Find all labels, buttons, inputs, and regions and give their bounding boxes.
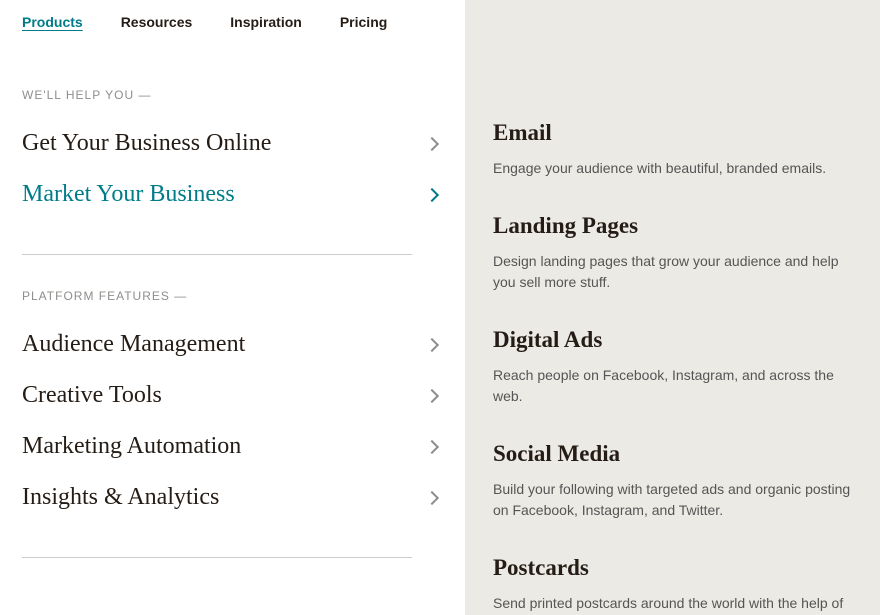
feature-title: Social Media — [493, 441, 852, 467]
divider — [22, 557, 412, 558]
feature-desc: Engage your audience with beautiful, bra… — [493, 158, 852, 179]
section-platform-features-label: PLATFORM FEATURES — — [22, 289, 445, 303]
menu-item-label: Audience Management — [22, 331, 245, 358]
menu-item-label: Get Your Business Online — [22, 130, 271, 157]
nav-resources[interactable]: Resources — [121, 14, 193, 30]
menu-creative-tools[interactable]: Creative Tools — [22, 370, 445, 421]
menu-get-business-online[interactable]: Get Your Business Online — [22, 118, 445, 169]
top-nav: Products Resources Inspiration Pricing — [22, 14, 445, 30]
chevron-right-icon — [425, 439, 439, 453]
feature-landing-pages[interactable]: Landing Pages Design landing pages that … — [493, 213, 852, 293]
right-panel: Email Engage your audience with beautifu… — [465, 0, 880, 615]
menu-insights-analytics[interactable]: Insights & Analytics — [22, 472, 445, 523]
feature-title: Digital Ads — [493, 327, 852, 353]
section-help-you-label: WE'LL HELP YOU — — [22, 88, 445, 102]
chevron-right-icon — [425, 337, 439, 351]
feature-title: Landing Pages — [493, 213, 852, 239]
nav-pricing[interactable]: Pricing — [340, 14, 387, 30]
menu-market-your-business[interactable]: Market Your Business — [22, 169, 445, 220]
menu-item-label: Market Your Business — [22, 181, 235, 208]
chevron-right-icon — [425, 388, 439, 402]
divider — [22, 254, 412, 255]
help-you-menu: Get Your Business Online Market Your Bus… — [22, 118, 445, 220]
chevron-right-icon — [425, 136, 439, 150]
menu-audience-management[interactable]: Audience Management — [22, 319, 445, 370]
menu-marketing-automation[interactable]: Marketing Automation — [22, 421, 445, 472]
feature-desc: Design landing pages that grow your audi… — [493, 251, 852, 293]
chevron-right-icon — [425, 490, 439, 504]
feature-desc: Build your following with targeted ads a… — [493, 479, 852, 521]
feature-desc: Send printed postcards around the world … — [493, 593, 852, 614]
feature-postcards[interactable]: Postcards Send printed postcards around … — [493, 555, 852, 614]
feature-title: Email — [493, 120, 852, 146]
left-panel: Products Resources Inspiration Pricing W… — [0, 0, 465, 615]
feature-social-media[interactable]: Social Media Build your following with t… — [493, 441, 852, 521]
menu-item-label: Marketing Automation — [22, 433, 241, 460]
feature-email[interactable]: Email Engage your audience with beautifu… — [493, 120, 852, 179]
menu-item-label: Insights & Analytics — [22, 484, 219, 511]
feature-title: Postcards — [493, 555, 852, 581]
platform-features-menu: Audience Management Creative Tools Marke… — [22, 319, 445, 523]
feature-desc: Reach people on Facebook, Instagram, and… — [493, 365, 852, 407]
chevron-right-icon — [425, 187, 439, 201]
menu-item-label: Creative Tools — [22, 382, 162, 409]
feature-digital-ads[interactable]: Digital Ads Reach people on Facebook, In… — [493, 327, 852, 407]
nav-products[interactable]: Products — [22, 14, 83, 30]
nav-inspiration[interactable]: Inspiration — [230, 14, 302, 30]
